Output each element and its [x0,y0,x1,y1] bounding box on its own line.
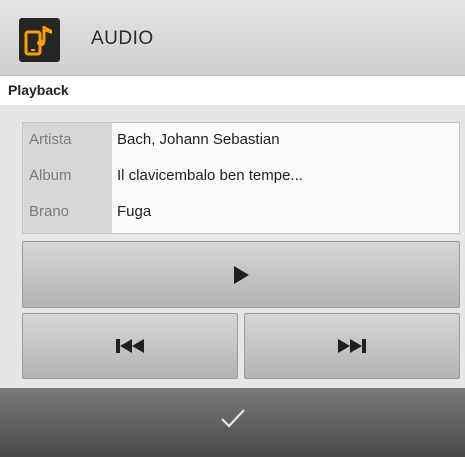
track-label: Brano [29,203,70,220]
track-info-row-track: Brano Fuga [23,195,459,231]
section-title: Playback [8,82,69,98]
track-info-row-album: Album Il clavicembalo ben tempe... [23,159,459,195]
play-button[interactable] [22,241,460,308]
artist-label: Artista [29,131,72,148]
previous-track-icon [116,339,144,353]
album-label: Album [29,167,72,184]
confirm-button[interactable] [0,388,465,457]
checkmark-icon [221,409,245,428]
next-track-icon [338,339,366,353]
track-info-table: Artista Bach, Johann Sebastian Album Il … [22,122,460,234]
section-header: Playback [0,76,465,105]
mobile-audio-icon [19,18,60,62]
track-value: Fuga [117,203,152,220]
play-icon [234,265,249,284]
player-panel: Artista Bach, Johann Sebastian Album Il … [0,105,465,388]
next-track-button[interactable] [244,313,460,379]
page-title: AUDIO [91,28,154,49]
app-header: AUDIO [0,0,465,76]
track-info-row-artist: Artista Bach, Johann Sebastian [23,123,459,159]
artist-value: Bach, Johann Sebastian [117,131,280,148]
previous-track-button[interactable] [22,313,238,379]
album-value: Il clavicembalo ben tempe... [117,167,303,184]
